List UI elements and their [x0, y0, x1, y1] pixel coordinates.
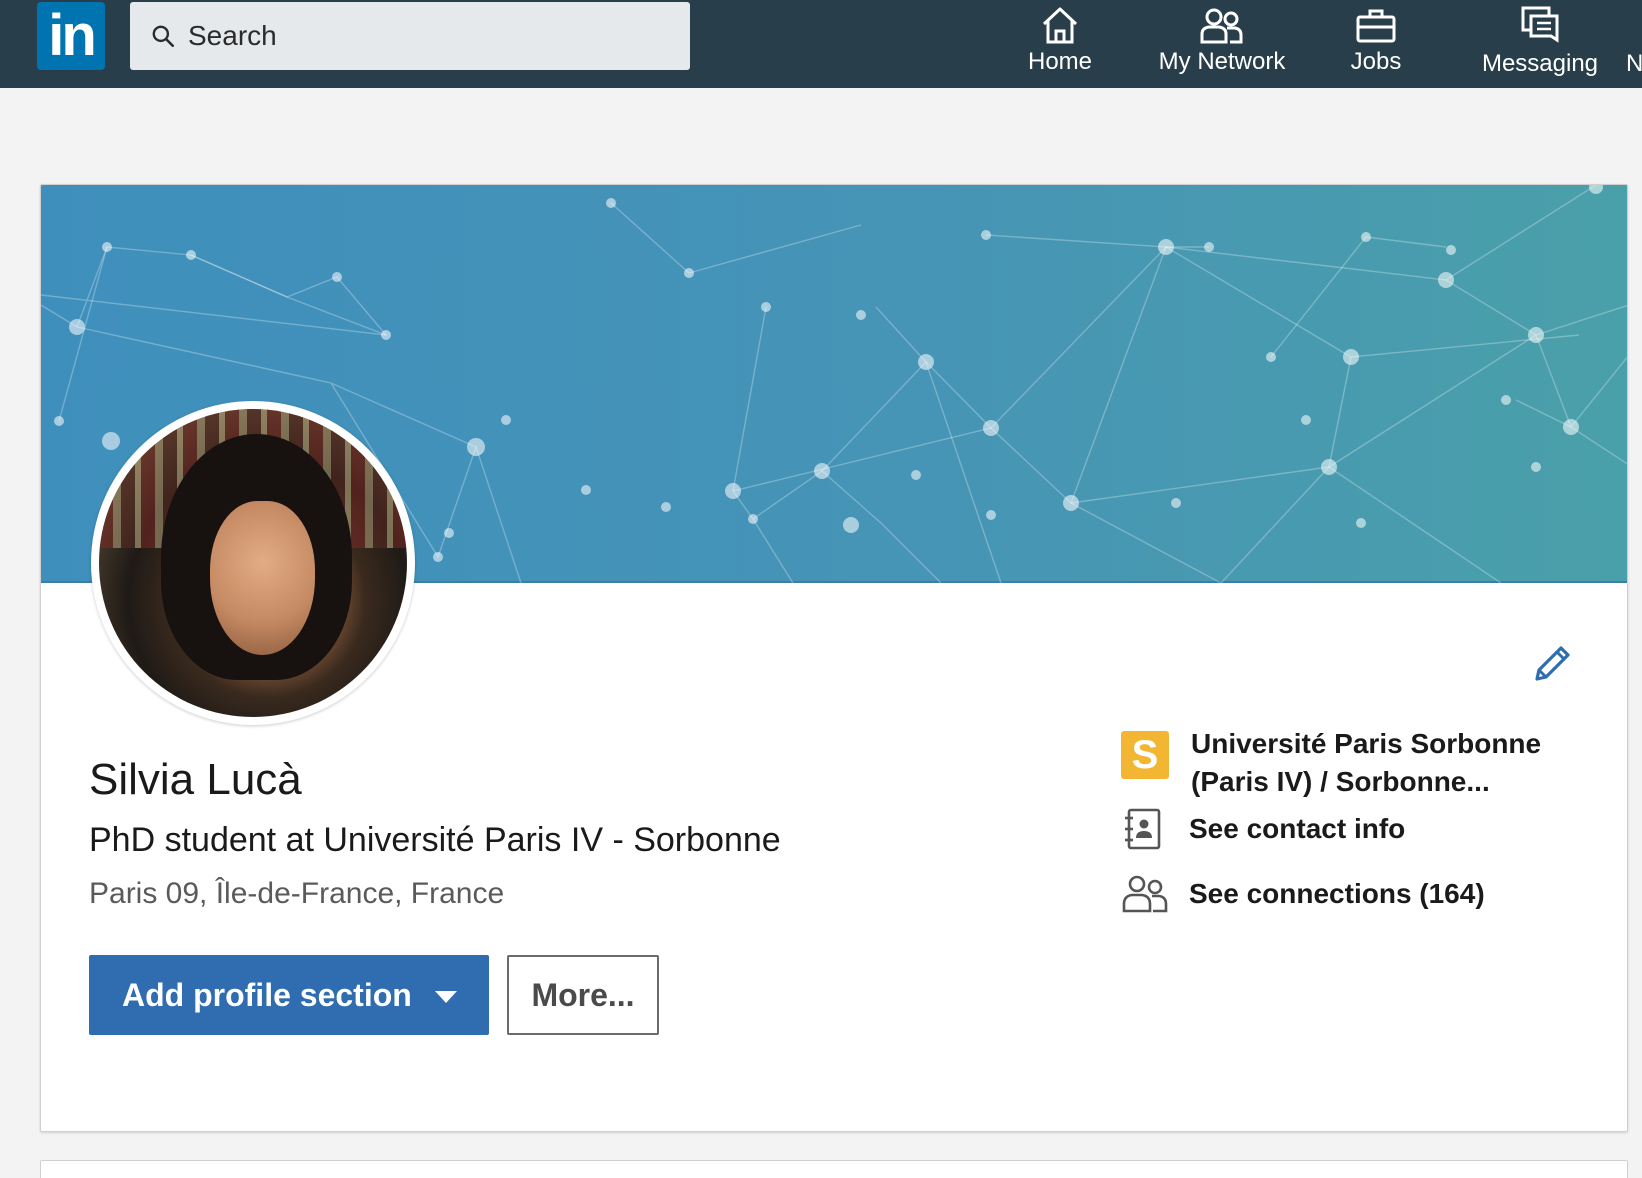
nav-my-network-label: My Network: [1158, 48, 1286, 75]
profile-headline: PhD student at Université Paris IV - Sor…: [89, 821, 781, 859]
next-section-card: [40, 1160, 1628, 1178]
home-icon: [1042, 7, 1078, 44]
add-profile-section-label: Add profile section: [122, 976, 412, 1013]
more-button[interactable]: More...: [507, 955, 659, 1035]
address-book-icon: [1125, 808, 1161, 850]
top-nav-bar: in Search Home My Network Jobs Messaging…: [0, 0, 1642, 88]
profile-photo: [99, 409, 407, 717]
search-placeholder: Search: [188, 20, 277, 51]
see-connections-label: See connections (164): [1189, 878, 1485, 909]
profile-card: Silvia Lucà PhD student at Université Pa…: [40, 184, 1628, 1132]
nav-jobs[interactable]: Jobs: [1336, 0, 1416, 88]
nav-messaging[interactable]: Messaging: [1470, 0, 1610, 88]
nav-partial-label: N: [1626, 50, 1642, 77]
add-profile-section-button[interactable]: Add profile section: [89, 955, 489, 1035]
nav-my-network[interactable]: My Network: [1144, 0, 1300, 88]
profile-name: Silvia Lucà: [89, 755, 302, 804]
see-contact-info-label: See contact info: [1189, 813, 1406, 844]
messaging-icon: [1521, 6, 1559, 43]
nav-home-label: Home: [1027, 48, 1093, 75]
caret-down-icon: [435, 991, 457, 1003]
contact-info-link[interactable]: See contact info: [1121, 807, 1405, 851]
profile-location: Paris 09, Île-de-France, France: [89, 877, 505, 910]
school-name-line1: Université Paris Sorbonne: [1191, 728, 1542, 759]
network-icon: [1200, 8, 1243, 44]
profile-avatar[interactable]: [91, 401, 415, 725]
search-input[interactable]: Search: [130, 2, 690, 70]
edit-pencil-icon[interactable]: [1529, 641, 1575, 687]
linkedin-logo[interactable]: in: [37, 2, 105, 70]
connections-link[interactable]: See connections (164): [1121, 873, 1485, 915]
school-name-line2: (Paris IV) / Sorbonne...: [1191, 766, 1490, 797]
school-logo: S: [1121, 731, 1169, 779]
nav-notifications-partial[interactable]: N: [1626, 0, 1642, 88]
briefcase-icon: [1356, 9, 1396, 43]
connections-icon: [1122, 875, 1168, 913]
nav-jobs-label: Jobs: [1350, 48, 1402, 75]
nav-home[interactable]: Home: [1012, 0, 1108, 88]
nav-messaging-label: Messaging: [1481, 50, 1599, 77]
search-icon: [152, 25, 175, 48]
school-link[interactable]: S Université Paris Sorbonne (Paris IV) /…: [1121, 725, 1541, 801]
